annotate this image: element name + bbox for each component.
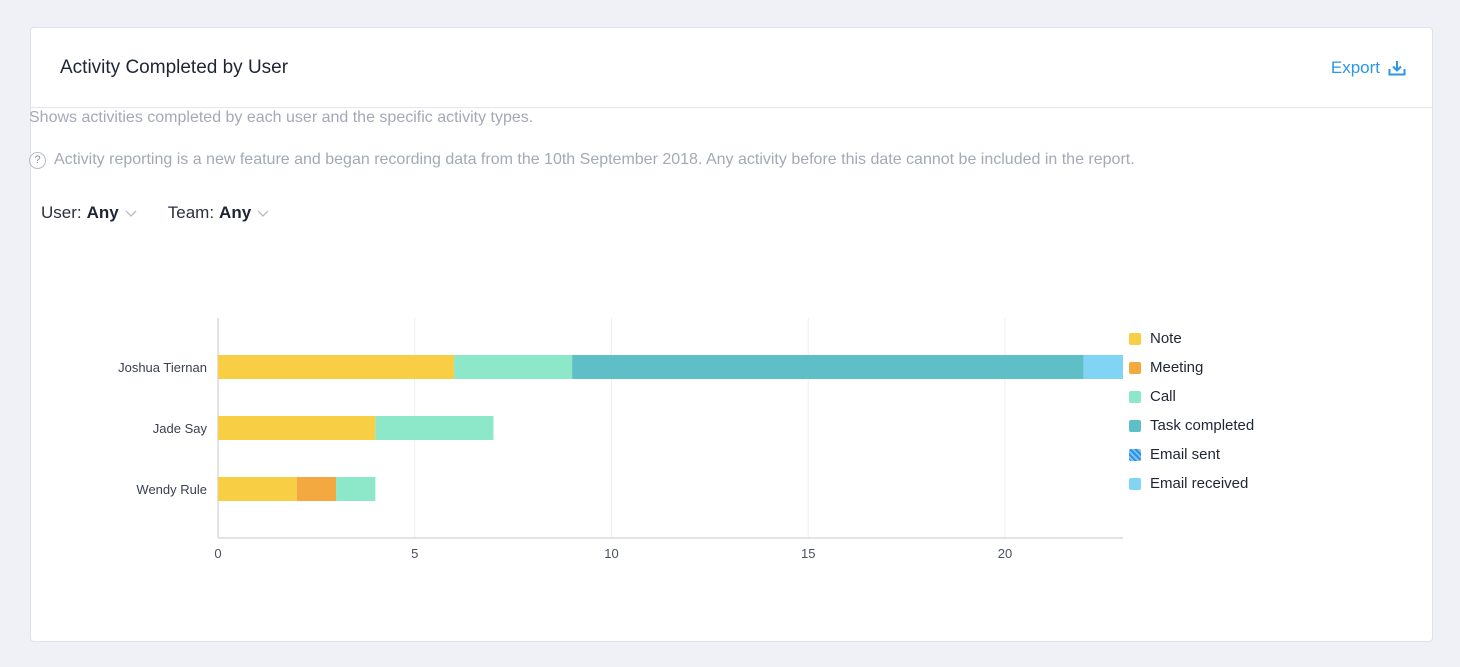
bar-segment-call[interactable] xyxy=(375,416,494,440)
bar-segment-note[interactable] xyxy=(218,477,297,501)
y-category-label: Jade Say xyxy=(153,421,208,436)
bar-segment-note[interactable] xyxy=(218,355,455,379)
x-tick-label: 0 xyxy=(214,546,221,561)
legend-swatch xyxy=(1129,332,1141,345)
legend-label: Task completed xyxy=(1150,417,1255,434)
legend-item-task-completed[interactable]: Task completed xyxy=(1129,411,1254,440)
y-category-label: Wendy Rule xyxy=(136,482,207,497)
legend-label: Note xyxy=(1150,330,1182,347)
legend-swatch xyxy=(1129,477,1141,490)
legend-item-call[interactable]: Call xyxy=(1129,382,1254,411)
legend-label: Meeting xyxy=(1150,359,1204,376)
bar-segment-call[interactable] xyxy=(336,477,376,501)
legend-item-note[interactable]: Note xyxy=(1129,324,1254,353)
legend-item-meeting[interactable]: Meeting xyxy=(1129,353,1254,382)
bar-segment-note[interactable] xyxy=(218,416,376,440)
x-tick-label: 20 xyxy=(998,546,1012,561)
bar-segment-task-completed[interactable] xyxy=(572,355,1084,379)
y-category-label: Joshua Tiernan xyxy=(118,360,207,375)
legend-swatch xyxy=(1129,390,1141,403)
legend-swatch xyxy=(1129,361,1141,374)
legend-item-email-sent[interactable]: Email sent xyxy=(1129,440,1254,469)
bar-segment-meeting[interactable] xyxy=(296,477,337,501)
legend-label: Email sent xyxy=(1150,446,1221,463)
chart-legend: Note Meeting Call Task completed Email sent E… xyxy=(1129,324,1254,498)
legend-label: Call xyxy=(1150,388,1176,405)
legend-swatch xyxy=(1129,448,1141,461)
bar-segment-email-received[interactable] xyxy=(1083,355,1123,379)
legend-item-email-received[interactable]: Email received xyxy=(1129,469,1254,498)
legend-swatch xyxy=(1129,419,1141,432)
legend-label: Email received xyxy=(1150,475,1249,492)
x-tick-label: 10 xyxy=(604,546,618,561)
x-tick-label: 15 xyxy=(801,546,815,561)
x-tick-label: 5 xyxy=(411,546,418,561)
bar-segment-call[interactable] xyxy=(454,355,573,379)
